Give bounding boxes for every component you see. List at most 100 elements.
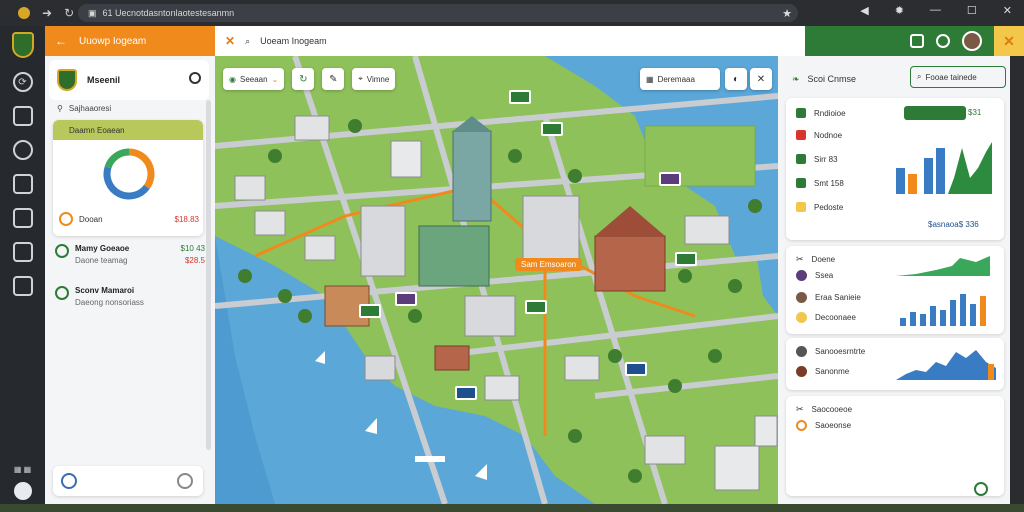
list-icon[interactable] — [12, 242, 33, 262]
close-window-icon[interactable]: ✕ — [1003, 4, 1012, 17]
profile-avatar[interactable] — [962, 31, 982, 51]
tools-icon: ✂ — [796, 404, 804, 414]
search-icon: ⌕ — [917, 72, 922, 81]
chevron-down-icon: ⌄ — [271, 74, 279, 84]
refresh-map-button[interactable]: ↻ — [292, 68, 315, 90]
map-marker[interactable] — [675, 252, 697, 266]
trend-row: Sanooesrntrte — [796, 346, 865, 357]
browser-logo-icon — [18, 7, 30, 19]
rail-bottom-icons: ▦ ▦ — [13, 465, 32, 474]
extensions-icon[interactable]: ◀ — [860, 4, 868, 17]
file-icon[interactable] — [12, 276, 33, 296]
search-icon[interactable]: ⌕ — [245, 36, 250, 47]
back-arrow-icon[interactable]: ← — [55, 34, 67, 48]
activity-chart — [896, 256, 990, 326]
list-item[interactable]: Sconv Mamaroi Daeong nonsoriass — [55, 286, 205, 307]
check-circle-icon — [55, 286, 69, 300]
check-circle-icon — [59, 212, 73, 226]
list-item-title: Mamy Goeaoe — [75, 244, 130, 253]
location-icon: ◉ — [229, 74, 236, 84]
card-header-label: Daamn Eoaean — [69, 125, 125, 135]
list-item-amounts: $10 43 $28.5 — [181, 244, 205, 265]
list-item[interactable]: Mamy Goeaoe Daone teamag $10 43 $28.5 — [55, 244, 205, 265]
notifications-icon[interactable] — [936, 34, 950, 48]
clipboard-icon[interactable] — [12, 208, 33, 228]
sidebar-rail: ⟳ ▦ ▦ — [0, 26, 45, 512]
activity-row: Ssea — [796, 270, 833, 281]
donut-segment — [103, 166, 150, 200]
stats-card: $31 Rndioioe Nodnoe Sirr 83 Smt 158 Pedo… — [786, 98, 1004, 240]
map-view-button[interactable]: ⌖ Vimne — [352, 68, 396, 90]
filter-icon[interactable]: ⚲ — [57, 104, 63, 113]
maximize-icon[interactable]: ☐ — [967, 4, 977, 17]
dashboard-icon[interactable]: ⟳ — [12, 72, 33, 92]
top-value: $31 — [968, 108, 982, 117]
left-panel-title: Mseenil — [87, 75, 121, 85]
donut-segment — [104, 148, 130, 169]
map-close-button[interactable]: ✕ — [750, 68, 772, 90]
map-marker[interactable] — [659, 172, 681, 186]
check-circle-icon — [55, 244, 69, 258]
forward-icon[interactable]: ➜ — [42, 6, 52, 20]
settings-gear-icon[interactable]: ✹ — [895, 4, 904, 17]
recycle-icon[interactable] — [974, 482, 988, 496]
map-search-box[interactable]: ▦ Deremaaa — [640, 68, 720, 90]
map-search-label: Deremaaa — [657, 74, 695, 84]
city-map[interactable]: ◉ Seeaan ⌄ ↻ ✎ ⌖ Vimne ▦ Deremaaa ◐ ✕ Sa… — [215, 56, 778, 504]
bottom-strip — [0, 504, 1024, 512]
close-panel-button[interactable]: ✕ — [994, 26, 1024, 56]
stats-row: Sirr 83 — [796, 154, 838, 164]
map-marker[interactable] — [541, 122, 563, 136]
summary-card-header: Daamn Eoaean — [53, 120, 203, 140]
app-header-right: ✕ — [805, 26, 1024, 56]
url-text: 61 Uecnotdasntonlaotestesanmn — [102, 8, 235, 18]
map-layer-dropdown[interactable]: ◉ Seeaan ⌄ — [223, 68, 285, 90]
chat-icon[interactable] — [12, 106, 33, 126]
donut-segment — [128, 148, 155, 189]
document-icon[interactable] — [12, 174, 33, 194]
globe-icon[interactable] — [12, 140, 33, 160]
subtitle-text: Sajhaaoresi — [68, 104, 112, 113]
app-header-left: ← Uuowp Iogeam — [45, 26, 215, 56]
refresh-icon[interactable] — [61, 473, 77, 489]
water-east — [755, 241, 778, 316]
map-marker[interactable] — [395, 292, 417, 306]
activity-row: ✂ Doene — [796, 254, 836, 264]
right-panel-search-label: Fooae tainede — [925, 72, 977, 82]
map-marker[interactable] — [525, 300, 547, 314]
map-marker[interactable] — [359, 304, 381, 318]
map-compass-button[interactable]: ◐ — [725, 68, 747, 90]
window-icon[interactable] — [910, 34, 924, 48]
tools-icon: ✂ — [796, 254, 804, 264]
info-row: Saoeonse — [796, 420, 851, 431]
list-item-title: Sconv Mamaroi — [75, 286, 135, 295]
map-view-label: Vimne — [366, 74, 390, 84]
summary-card[interactable]: Daamn Eoaean Dooan $18.83 — [53, 120, 203, 236]
window-controls: ◀ ✹ — ☐ ✕ — [860, 4, 1012, 17]
map-marker[interactable] — [625, 362, 647, 376]
close-x-icon[interactable]: ✕ — [225, 34, 235, 48]
left-panel-scrollbar[interactable] — [206, 100, 211, 450]
left-panel-subtitle: ⚲ Sajhaaoresi — [57, 104, 111, 113]
header-title: Uoeam Inogeam — [260, 36, 327, 46]
user-avatar-icon[interactable] — [14, 482, 32, 500]
bookmark-star-icon[interactable]: ★ — [782, 7, 792, 20]
right-panel-search[interactable]: ⌕ Fooae tainede — [910, 66, 1006, 88]
stats-row: Pedoste — [796, 202, 843, 212]
reload-icon[interactable]: ↻ — [64, 6, 74, 20]
donut-chart — [103, 148, 155, 200]
leaf-icon: ❧ — [792, 73, 800, 84]
info-card: ✂ Saocooeoe Saoeonse — [786, 396, 1004, 496]
list-item-text: Sconv Mamaroi Daeong nonsoriass — [75, 286, 144, 307]
address-bar[interactable]: ▣ 61 Uecnotdasntonlaotestesanmn ★ — [78, 4, 798, 22]
list-item-sub: Daeong nonsoriass — [75, 298, 144, 307]
add-icon[interactable] — [177, 473, 193, 489]
summary-row: Dooan $18.83 — [59, 212, 199, 226]
lock-icon: ▣ — [88, 7, 97, 18]
minimize-icon[interactable]: — — [930, 4, 941, 17]
map-marker[interactable] — [509, 90, 531, 104]
pen-tool-button[interactable]: ✎ — [322, 68, 345, 90]
map-marker[interactable] — [455, 386, 477, 400]
activity-row: Eraa Sanieie — [796, 292, 861, 303]
search-icon[interactable] — [189, 72, 201, 84]
